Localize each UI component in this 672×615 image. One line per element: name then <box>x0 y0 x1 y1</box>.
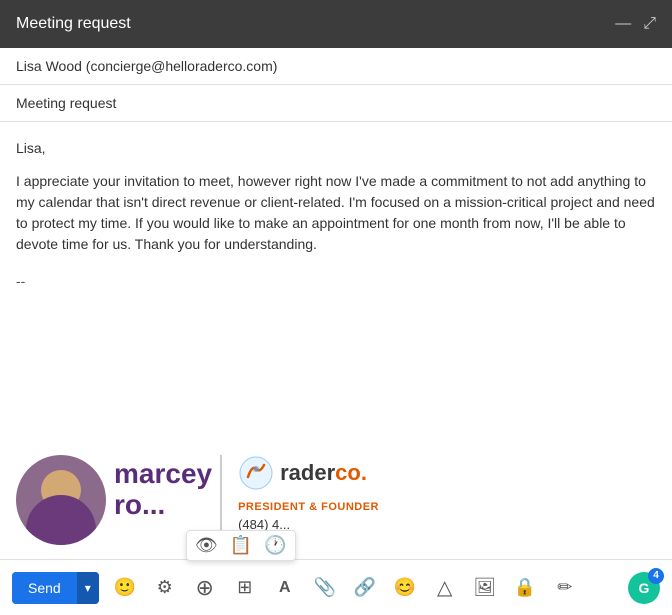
format-icon-emoji[interactable]: 🙂 <box>111 574 139 602</box>
signature-content: marcey ro... raderco. PRESIDE <box>16 455 379 551</box>
subject-field-row: Meeting request <box>0 85 672 122</box>
email-body[interactable]: Lisa, I appreciate your invitation to me… <box>0 122 672 455</box>
grammarly-badge[interactable]: G 4 <box>628 572 660 604</box>
grammarly-letter: G <box>639 580 650 596</box>
sig-last-name: ro... <box>114 490 212 521</box>
sig-first-name: marcey <box>114 459 212 490</box>
format-icon-grid[interactable]: ⊞ <box>231 574 259 602</box>
email-compose-window: Lisa Wood (concierge@helloraderco.com) M… <box>0 48 672 615</box>
grammarly-count: 4 <box>648 568 664 584</box>
signature-photo <box>16 455 106 545</box>
clock-icon[interactable]: 🕐 <box>264 535 286 556</box>
format-icon-gear[interactable]: ⚙ <box>151 574 179 602</box>
company-name-accent: co. <box>335 460 367 485</box>
format-icon-attach[interactable]: 📎 <box>311 574 339 602</box>
window-controls: — ⤢ <box>615 15 656 33</box>
maximize-icon[interactable]: ⤢ <box>643 15 656 33</box>
format-icon-drive[interactable]: △ <box>431 574 459 602</box>
copy-icon[interactable]: 📋 <box>230 535 252 556</box>
format-icon-emoji2[interactable]: 😊 <box>391 574 419 602</box>
signature-right-block: raderco. PRESIDENT & FOUNDER (484) 4... … <box>220 455 379 551</box>
bottom-toolbar: Send ▾ 🙂 ⚙ ⊕ ⊞ A 📎 🔗 😊 △ 🖼 🔒 ✏ G 4 <box>0 559 672 615</box>
sig-title: PRESIDENT & FOUNDER <box>238 501 379 513</box>
company-name: raderco. <box>280 460 367 486</box>
to-field-row: Lisa Wood (concierge@helloraderco.com) <box>0 48 672 85</box>
title-bar: Meeting request — ⤢ <box>0 0 672 48</box>
email-greeting: Lisa, <box>16 138 656 159</box>
signature-name: marcey ro... <box>114 459 212 521</box>
signature-area: marcey ro... raderco. PRESIDE <box>0 455 672 559</box>
signature-name-block: marcey ro... <box>106 455 212 521</box>
minimize-icon[interactable]: — <box>615 15 631 33</box>
signature-toolbar: 👁 📋 🕐 <box>186 530 296 561</box>
format-icon-text[interactable]: A <box>271 574 299 602</box>
format-icon-lock[interactable]: 🔒 <box>511 574 539 602</box>
signature-dash: -- <box>16 271 656 292</box>
format-icon-pencil[interactable]: ✏ <box>551 574 579 602</box>
send-button[interactable]: Send <box>12 572 77 604</box>
grammarly-circle: G 4 <box>628 572 660 604</box>
format-icon-add[interactable]: ⊕ <box>191 574 219 602</box>
to-field-value: Lisa Wood (concierge@helloraderco.com) <box>16 58 277 74</box>
company-logo: raderco. <box>238 455 379 491</box>
window-title: Meeting request <box>16 15 131 33</box>
person-body <box>26 495 96 545</box>
view-icon[interactable]: 👁 <box>195 535 218 556</box>
company-logo-icon <box>238 455 274 491</box>
format-icon-image[interactable]: 🖼 <box>471 574 499 602</box>
subject-field-value: Meeting request <box>16 95 116 111</box>
send-dropdown-button[interactable]: ▾ <box>77 572 99 604</box>
email-paragraph: I appreciate your invitation to meet, ho… <box>16 171 656 255</box>
send-button-group[interactable]: Send ▾ <box>12 572 99 604</box>
format-icon-link[interactable]: 🔗 <box>351 574 379 602</box>
